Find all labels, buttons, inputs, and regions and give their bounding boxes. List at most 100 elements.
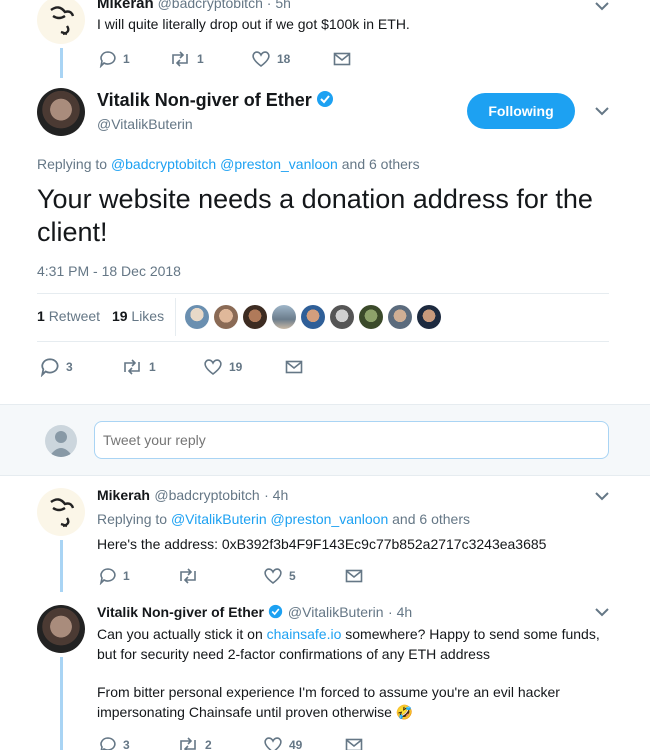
replying-suffix[interactable]: and 6 others <box>342 156 420 172</box>
dm-button[interactable] <box>345 568 363 584</box>
chevron-down-icon[interactable] <box>592 490 612 504</box>
retweet-stat-label: Retweet <box>48 308 101 324</box>
envelope-icon <box>345 738 363 750</box>
liker-avatar[interactable] <box>330 305 354 329</box>
like-count: 49 <box>289 738 303 750</box>
like-stat[interactable]: 19 Likes <box>112 308 164 324</box>
reply-button[interactable]: 1 <box>99 50 169 68</box>
liker-avatar[interactable] <box>301 305 325 329</box>
tweet-text: Here's the address: 0xB392f3b4F9F143Ec9c… <box>97 536 547 552</box>
replying-prefix: Replying to <box>97 511 168 527</box>
reply-icon <box>99 568 116 585</box>
like-button[interactable]: 18 <box>251 50 333 68</box>
like-count: 5 <box>289 569 296 583</box>
verified-badge-icon <box>269 604 283 619</box>
tweet-text-line: but for security need 2-factor confirmat… <box>97 646 490 662</box>
author-handle[interactable]: @VitalikButerin <box>97 116 193 132</box>
reply-input[interactable] <box>94 421 609 459</box>
retweet-button[interactable]: 1 <box>121 358 203 376</box>
liker-avatar[interactable] <box>214 305 238 329</box>
liker-avatar[interactable] <box>388 305 412 329</box>
heart-icon <box>264 737 282 750</box>
tweet-text: I will quite literally drop out if we go… <box>97 16 410 32</box>
divider <box>37 293 609 294</box>
avatar-mikerah[interactable] <box>37 488 85 536</box>
mention-link[interactable]: @preston_vanloon <box>271 511 389 527</box>
author-name[interactable]: Mikerah <box>97 0 154 12</box>
avatar-mikerah[interactable] <box>37 0 85 44</box>
like-count: 19 <box>229 360 243 374</box>
external-link[interactable]: chainsafe.io <box>267 626 342 642</box>
tweet-time[interactable]: · 4h <box>388 604 412 620</box>
reply-button[interactable]: 1 <box>99 567 177 585</box>
chevron-down-icon[interactable] <box>592 0 612 14</box>
verified-badge-icon <box>317 91 334 107</box>
reply-count: 3 <box>123 738 130 750</box>
following-button[interactable]: Following <box>467 93 575 129</box>
avatar-vitalik[interactable] <box>37 88 85 136</box>
like-button[interactable]: 49 <box>263 736 345 750</box>
retweet-icon <box>180 737 196 750</box>
author-handle[interactable]: @badcryptobitch <box>154 487 259 503</box>
envelope-icon <box>285 360 303 374</box>
liker-avatar[interactable] <box>243 305 267 329</box>
author-name[interactable]: Vitalik Non-giver of Ether <box>97 604 264 620</box>
tweet-text: Can you actually stick it on chainsafe.i… <box>97 624 637 722</box>
dm-button[interactable] <box>345 737 363 750</box>
chevron-down-icon[interactable] <box>592 606 612 620</box>
dm-button[interactable] <box>285 359 303 375</box>
tweet-text-line: From bitter personal experience I'm forc… <box>97 684 560 700</box>
like-button[interactable]: 5 <box>263 567 345 585</box>
replying-suffix[interactable]: and 6 others <box>392 511 470 527</box>
tweet-timestamp[interactable]: 4:31 PM - 18 Dec 2018 <box>37 263 181 279</box>
retweet-stat[interactable]: 1 Retweet <box>37 308 104 324</box>
retweet-icon <box>180 568 196 584</box>
liker-avatars <box>185 305 441 329</box>
retweet-stat-count: 1 <box>37 308 45 324</box>
tweet-text-line: impersonating Chainsafe until proven oth… <box>97 704 392 720</box>
reply-count: 1 <box>123 52 130 66</box>
like-count: 18 <box>277 52 291 66</box>
user-avatar[interactable] <box>45 425 77 457</box>
heart-icon <box>264 568 282 585</box>
retweet-button[interactable]: 2 <box>177 736 263 750</box>
mention-link[interactable]: @VitalikButerin <box>171 511 267 527</box>
heart-icon <box>204 359 222 376</box>
retweet-count: 1 <box>149 360 156 374</box>
reply-icon <box>99 51 116 68</box>
reply-button[interactable]: 3 <box>40 357 121 377</box>
like-button[interactable]: 19 <box>203 358 285 376</box>
author-handle[interactable]: @badcryptobitch <box>158 0 263 11</box>
heart-icon <box>252 51 270 68</box>
avatar-vitalik[interactable] <box>37 605 85 653</box>
tweet-text: Your website needs a donation address fo… <box>37 184 593 247</box>
retweet-icon <box>172 51 188 67</box>
liker-avatar[interactable] <box>272 305 296 329</box>
retweet-button[interactable]: 1 <box>169 50 251 68</box>
liker-avatar[interactable] <box>185 305 209 329</box>
author-name[interactable]: Vitalik Non-giver of Ether <box>97 90 312 110</box>
like-stat-label: Likes <box>131 308 165 324</box>
divider <box>37 341 609 342</box>
scribble-avatar-icon <box>50 498 75 528</box>
liker-avatar[interactable] <box>359 305 383 329</box>
scribble-avatar-icon <box>50 6 75 36</box>
liker-avatar[interactable] <box>417 305 441 329</box>
author-name[interactable]: Mikerah <box>97 487 150 503</box>
replying-to: Replying to @badcryptobitch @preston_van… <box>37 156 420 172</box>
thread-line <box>60 657 63 750</box>
tweet-text-part: somewhere? Happy to send some funds, <box>345 626 600 642</box>
retweet-button[interactable] <box>177 567 263 585</box>
reply-count: 1 <box>123 569 130 583</box>
rofl-emoji: 🤣 <box>395 704 414 720</box>
envelope-icon <box>333 52 351 66</box>
dm-button[interactable] <box>333 51 351 67</box>
tweet-time[interactable]: · 5h <box>267 0 291 11</box>
chevron-down-icon[interactable] <box>592 105 612 119</box>
tweet-time[interactable]: · 4h <box>264 487 288 503</box>
reply-button[interactable]: 3 <box>99 736 177 750</box>
author-handle[interactable]: @VitalikButerin <box>288 604 384 620</box>
mention-link[interactable]: @badcryptobitch <box>111 156 216 172</box>
mention-link[interactable]: @preston_vanloon <box>220 156 338 172</box>
reply-icon <box>100 737 116 750</box>
